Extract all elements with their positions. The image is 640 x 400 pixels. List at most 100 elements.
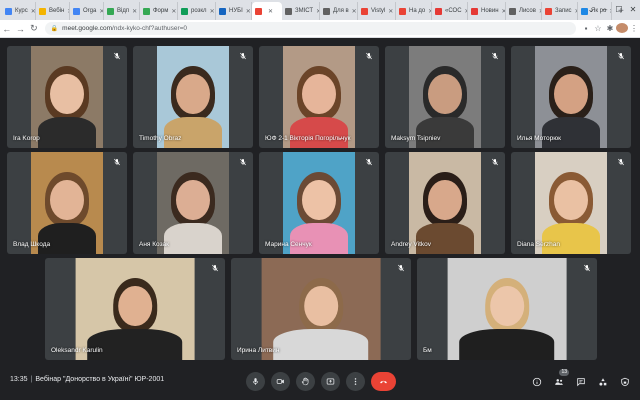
- participant-name: Ira Korop: [13, 135, 40, 142]
- extensions-icon[interactable]: ✱: [604, 24, 616, 33]
- video-feed: [409, 152, 481, 254]
- close-tab-icon[interactable]: ✕: [388, 8, 393, 15]
- participant-tile[interactable]: Maksym Tsipniev: [385, 46, 505, 148]
- url-host: meet.google.com: [62, 25, 113, 32]
- camera-button[interactable]: [271, 372, 290, 391]
- more-vertical-icon: [354, 378, 357, 385]
- close-tab-icon[interactable]: ✕: [210, 8, 215, 15]
- browser-tab[interactable]: Відп ✕: [104, 2, 140, 20]
- forward-icon[interactable]: →: [14, 24, 28, 34]
- participant-tile[interactable]: Oleksandr Karulin: [45, 258, 225, 360]
- close-tab-icon[interactable]: ✕: [132, 8, 137, 15]
- tab-label: Vistyl: [371, 8, 386, 14]
- participant-tile[interactable]: Аня Козак: [133, 152, 253, 254]
- browser-tab[interactable]: Вебін✕: [36, 2, 70, 20]
- participant-figure: [76, 258, 195, 360]
- browser-tab[interactable]: На до✕: [396, 2, 432, 20]
- present-screen-button[interactable]: [321, 372, 340, 391]
- tab-label: Запис: [555, 8, 572, 14]
- participant-figure: [262, 258, 381, 360]
- meeting-info-button[interactable]: [528, 372, 545, 391]
- url-path: /ndx-kyko-chf?authuser=0: [112, 25, 188, 32]
- participant-tile[interactable]: Andrey Vitkov: [385, 152, 505, 254]
- favicon-icon: [399, 7, 406, 15]
- participant-figure: [157, 46, 229, 148]
- avatar[interactable]: [615, 22, 628, 35]
- microphone-button[interactable]: [246, 372, 265, 391]
- participant-name: Maksym Tsipniev: [391, 135, 441, 142]
- browser-tab[interactable]: Запис✕: [542, 2, 578, 20]
- close-tab-icon[interactable]: ✕: [268, 8, 273, 15]
- browser-tab[interactable]: Vistyl ✕: [358, 2, 396, 20]
- lock-icon: 🔒: [50, 26, 59, 32]
- favicon-icon: [5, 7, 12, 15]
- video-feed: [75, 258, 195, 360]
- favicon-icon: [181, 7, 188, 15]
- participant-tile[interactable]: Бм: [417, 258, 597, 360]
- mic-muted-icon: [616, 51, 626, 61]
- browser-tab[interactable]: НУБІ ✕: [216, 2, 252, 20]
- browser-tab[interactable]: Orga ✕: [70, 2, 104, 20]
- minimize-icon[interactable]: –: [598, 0, 612, 20]
- browser-tab[interactable]: Новин✕: [468, 2, 506, 20]
- participant-tile[interactable]: Timothy Obraz: [133, 46, 253, 148]
- back-icon[interactable]: ←: [0, 24, 14, 34]
- participant-name: Илья Моторюк: [517, 135, 561, 142]
- favicon-icon: [39, 7, 46, 15]
- participant-tile[interactable]: Ira Korop: [7, 46, 127, 148]
- participant-tile[interactable]: Влад Шкода: [7, 152, 127, 254]
- browser-tab[interactable]: Курс ✕: [2, 2, 36, 20]
- video-feed: [157, 152, 229, 254]
- tab-label: Orga: [83, 8, 97, 14]
- browser-tab[interactable]: Лисов✕: [506, 2, 542, 20]
- meeting-details[interactable]: 13:35 | Вебінар "Донорство в Україні" ЮР-2…: [10, 376, 164, 383]
- participant-tile[interactable]: Илья Моторюк: [511, 46, 631, 148]
- browser-tab[interactable]: ✕: [252, 2, 282, 20]
- raise-hand-button[interactable]: [296, 372, 315, 391]
- more-options-button[interactable]: [346, 372, 365, 391]
- meeting-time: 13:35: [10, 376, 28, 383]
- participant-name: Бм: [423, 347, 432, 354]
- close-window-icon[interactable]: ✕: [626, 0, 640, 20]
- favicon-icon: [361, 7, 368, 15]
- chevron-down-icon[interactable]: ⌄: [584, 0, 598, 20]
- camera-indicator-icon[interactable]: ▪: [580, 24, 592, 33]
- browser-tab[interactable]: «СОС✕: [432, 2, 468, 20]
- browser-tab[interactable]: Для в ✕: [320, 2, 358, 20]
- participant-tile[interactable]: Марина Сенчук: [259, 152, 379, 254]
- favicon-icon: [255, 7, 262, 15]
- mic-muted-icon: [396, 263, 406, 273]
- participant-tile[interactable]: Ирина Литвин: [231, 258, 411, 360]
- video-feed: [535, 46, 607, 148]
- participant-figure: [535, 46, 607, 148]
- more-menu-icon[interactable]: ⋮: [628, 24, 640, 33]
- participant-tile[interactable]: ЮФ 2-1 Вікторія Погорільчук: [259, 46, 379, 148]
- participant-tile[interactable]: Diana Serzhan: [511, 152, 631, 254]
- mic-muted-icon: [490, 51, 500, 61]
- close-tab-icon[interactable]: ✕: [352, 8, 357, 15]
- tab-label: Форм: [153, 8, 169, 14]
- host-controls-button[interactable]: [616, 372, 633, 391]
- browser-tab[interactable]: розкл ✕: [178, 2, 216, 20]
- close-tab-icon[interactable]: ✕: [246, 8, 251, 15]
- url-field[interactable]: 🔒 meet.google.com/ndx-kyko-chf?authuser=…: [44, 22, 576, 35]
- end-call-button[interactable]: [371, 372, 396, 391]
- participant-figure: [448, 258, 567, 360]
- activities-button[interactable]: [594, 372, 611, 391]
- bookmark-star-icon[interactable]: ☆: [592, 24, 604, 33]
- chat-button[interactable]: [572, 372, 589, 391]
- tab-label: Курс: [15, 8, 28, 14]
- maximize-icon[interactable]: ☐: [612, 0, 626, 20]
- reload-icon[interactable]: ↻: [27, 23, 41, 34]
- info-icon: [532, 377, 541, 386]
- browser-tab[interactable]: Форм ✕: [140, 2, 178, 20]
- people-button[interactable]: 13: [550, 369, 569, 391]
- mic-muted-icon: [112, 157, 122, 167]
- meeting-title: Вебінар "Донорство в Україні" ЮР-2001: [35, 376, 165, 383]
- browser-tab[interactable]: ЗМІСТ✕: [282, 2, 320, 20]
- participant-name: Аня Козак: [139, 241, 170, 248]
- participant-count-badge: 13: [559, 369, 569, 376]
- video-feed: [31, 152, 103, 254]
- close-tab-icon[interactable]: ✕: [171, 8, 176, 15]
- participant-figure: [31, 152, 103, 254]
